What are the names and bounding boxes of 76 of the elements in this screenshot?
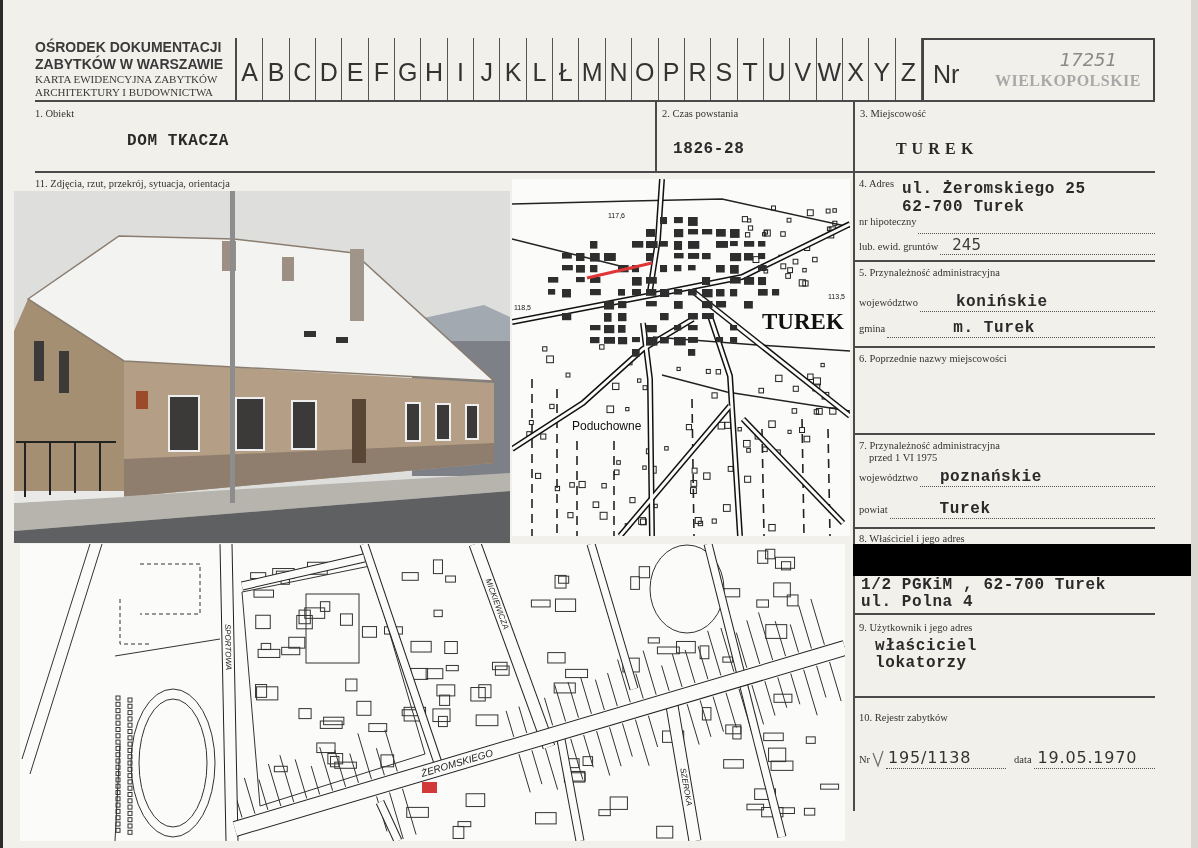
index-letter: G <box>395 38 422 100</box>
field-label: 11. Zdjęcia, rzut, przekrój, sytuacja, orientacja <box>34 177 231 191</box>
highlight-line-icon <box>586 261 653 280</box>
fill-in-line: konińskie <box>919 293 1155 312</box>
index-letter: K <box>500 38 527 100</box>
index-letter: U <box>763 38 791 100</box>
fill-in-line: 245 <box>940 237 1155 255</box>
field-label: 4. Adres <box>859 178 894 190</box>
field-value: 62-700 Turek <box>902 198 1026 216</box>
index-letter: S <box>711 38 738 100</box>
index-letter: V <box>790 38 817 100</box>
map-label: Poduchowne <box>572 419 642 433</box>
index-letter: R <box>684 38 712 100</box>
row-label: województwo <box>859 297 918 309</box>
field-label: 5. Przynależność administracyjna <box>859 267 1001 279</box>
field-value: ul. Żeromskiego 25 <box>902 180 1086 198</box>
region-name: WIELKOPOLSKIE <box>994 71 1141 91</box>
field-value: T U R E K <box>896 140 974 158</box>
map-label: TUREK <box>762 309 844 334</box>
row-label: województwo <box>859 472 918 484</box>
street-label: SZEROKA <box>678 767 694 807</box>
field-value: właściciel <box>875 638 978 655</box>
tick-icon <box>872 750 885 768</box>
index-letter: M <box>579 38 606 100</box>
field-label: 1. Obiekt <box>35 108 76 120</box>
field-label: 10. Rejestr zabytków <box>859 712 949 724</box>
fill-in-line: Turek <box>889 500 1155 519</box>
field-value: ul. Polna 4 <box>861 594 975 611</box>
index-letter: L <box>526 38 554 100</box>
fill-in-line: 19.05.1970 <box>1033 748 1155 769</box>
number-label: Nr <box>932 58 960 89</box>
institution-name: ZABYTKÓW W WARSZAWIE <box>35 56 225 73</box>
field-label: 6. Poprzednie nazwy miejscowości <box>859 353 1008 365</box>
index-letter: J <box>474 38 501 100</box>
index-letter: P <box>658 38 685 100</box>
field-label: przed 1 VI 1975 <box>868 452 939 464</box>
index-letter: B <box>263 38 290 100</box>
field-value: DOM TKACZA <box>127 132 229 150</box>
location-marker-icon <box>422 782 437 793</box>
index-letter: H <box>421 38 448 100</box>
index-letter: T <box>737 38 764 100</box>
fill-in-line: poznańskie <box>919 468 1155 487</box>
index-letter: I <box>447 38 475 100</box>
index-letter: X <box>842 38 870 100</box>
field-value: 1826-28 <box>673 140 745 158</box>
index-letter: Ł <box>553 38 580 100</box>
row-label: data <box>1014 754 1032 766</box>
index-letter: A <box>237 38 264 100</box>
row-label: lub. ewid. gruntów <box>859 241 939 253</box>
index-letter: O <box>632 38 659 100</box>
index-letter: E <box>342 38 369 100</box>
field-label: 7. Przynależność administracyjna <box>859 440 1001 452</box>
card-number: 17251 <box>1059 49 1117 71</box>
field-value: lokatorzy <box>875 655 968 672</box>
field-label: 2. Czas powstania <box>662 108 740 120</box>
field-label: 9. Użytkownik i jego adres <box>859 622 974 634</box>
row-label: powiat <box>859 504 888 516</box>
street-label: SPORTOWA <box>222 623 234 671</box>
row-label: Nr <box>859 754 871 766</box>
row-label: nr hipoteczny <box>859 216 917 228</box>
fill-in-line: 195/1138 <box>886 748 1007 769</box>
index-letter: N <box>605 38 633 100</box>
row-label: gmina <box>859 323 886 335</box>
institution-name: OŚRODEK DOKUMENTACJI <box>35 39 223 55</box>
index-letter: F <box>368 38 396 100</box>
index-letter: C <box>289 38 317 100</box>
card-type: KARTA EWIDENCYJNA ZABYTKÓW <box>35 73 219 86</box>
field-label: 8. Właściciel i jego adres <box>859 533 966 545</box>
index-letter: Z <box>895 38 922 100</box>
field-value: 1/2 PGKiM , 62-700 Turek <box>861 577 1107 594</box>
field-label: 3. Miejscowość <box>860 108 927 120</box>
index-letter: Y <box>869 38 896 100</box>
card-type: ARCHITEKTURY I BUDOWNICTWA <box>35 86 215 99</box>
index-letter: D <box>316 38 343 100</box>
index-letter: W <box>816 38 843 100</box>
fill-in-line: m. Turek <box>887 319 1155 338</box>
